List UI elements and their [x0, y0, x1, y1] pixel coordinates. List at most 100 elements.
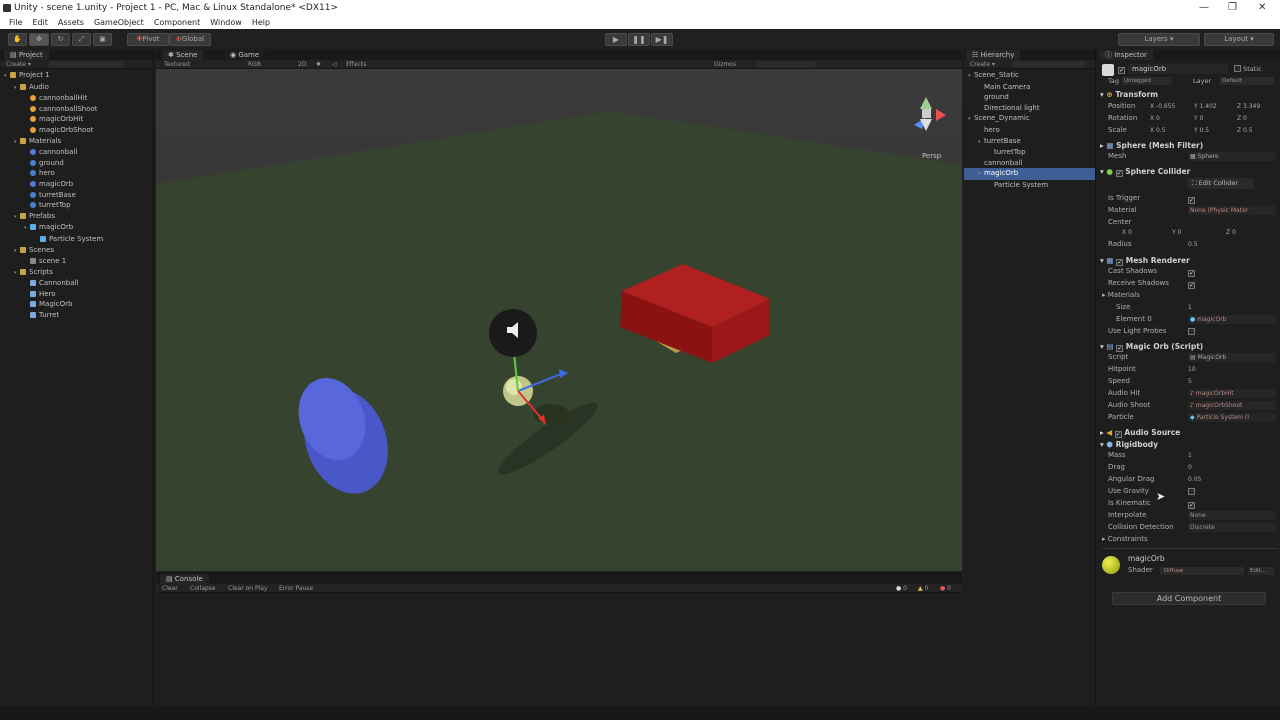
minimize-icon[interactable]: —: [1199, 0, 1209, 16]
transform-header[interactable]: ▾ ⊕ Transform: [1100, 89, 1280, 100]
menu-item-window[interactable]: Window: [205, 16, 247, 29]
is-trigger-checkbox[interactable]: ✓: [1188, 195, 1195, 204]
magic-orb-script-header[interactable]: ▾ ▤ ✓ Magic Orb (Script): [1100, 341, 1280, 352]
hierarchy-item[interactable]: Main Camera: [964, 82, 1095, 93]
mass-field[interactable]: 1: [1188, 451, 1192, 460]
cast-shadows-checkbox[interactable]: ✓: [1188, 268, 1195, 277]
hand-tool-icon[interactable]: ✋: [8, 33, 27, 46]
console-error-count[interactable]: ● 0: [940, 584, 951, 593]
script-field[interactable]: ▤ MagicOrb: [1188, 353, 1276, 362]
rotation-z-field[interactable]: Z 0: [1237, 114, 1247, 123]
project-item[interactable]: cannonballHit: [0, 93, 153, 104]
tab-hierarchy[interactable]: ☷ Hierarchy: [966, 50, 1021, 60]
scene-search-input[interactable]: [756, 61, 816, 68]
collision-detection-dropdown[interactable]: Discrete: [1188, 523, 1276, 532]
edit-collider-button[interactable]: ⛶ Edit Collider: [1188, 178, 1254, 189]
project-item[interactable]: Particle System: [0, 234, 153, 245]
mesh-filter-header[interactable]: ▸ ▦ Sphere (Mesh Filter): [1100, 140, 1280, 151]
console-error-pause-button[interactable]: Error Pause: [279, 584, 313, 593]
shader-edit-button[interactable]: Edit...: [1248, 567, 1274, 575]
position-x-field[interactable]: X -0.655: [1150, 102, 1175, 111]
project-item[interactable]: turretTop: [0, 200, 153, 211]
project-item[interactable]: ▾ Scripts: [0, 267, 153, 279]
pause-button[interactable]: ❚❚: [628, 33, 650, 46]
persp-label[interactable]: Persp: [922, 152, 942, 160]
play-button[interactable]: ▶: [605, 33, 627, 46]
hierarchy-create-button[interactable]: Create ▾: [970, 60, 995, 69]
restore-icon[interactable]: ❐: [1228, 0, 1237, 16]
use-gravity-checkbox[interactable]: [1188, 488, 1195, 496]
scene-viewport[interactable]: Persp: [156, 69, 962, 571]
project-item[interactable]: ▾ Prefabs: [0, 211, 153, 223]
project-item[interactable]: MagicOrb: [0, 299, 153, 310]
project-item[interactable]: ▾ Scenes: [0, 245, 153, 257]
mesh-renderer-header[interactable]: ▾ ▦ ✓ Mesh Renderer: [1100, 255, 1280, 266]
menu-item-assets[interactable]: Assets: [53, 16, 89, 29]
scale-y-field[interactable]: Y 0.5: [1194, 126, 1209, 135]
project-item[interactable]: cannonballShoot: [0, 104, 153, 115]
console-clear-on-play-button[interactable]: Clear on Play: [228, 584, 268, 593]
hierarchy-item[interactable]: hero: [964, 125, 1095, 136]
project-item[interactable]: Turret: [0, 310, 153, 321]
hierarchy-item[interactable]: cannonball: [964, 158, 1095, 169]
menu-item-component[interactable]: Component: [149, 16, 205, 29]
menu-item-help[interactable]: Help: [247, 16, 275, 29]
scale-z-field[interactable]: Z 0.5: [1237, 126, 1253, 135]
mesh-field[interactable]: ▦ Sphere: [1188, 152, 1276, 161]
mode-2d-toggle[interactable]: 2D: [298, 60, 306, 69]
menu-item-gameobject[interactable]: GameObject: [89, 16, 149, 29]
project-item[interactable]: ▾ magicOrb: [0, 222, 153, 234]
receive-shadows-checkbox[interactable]: ✓: [1188, 280, 1195, 289]
rotate-tool-icon[interactable]: ↻: [51, 33, 70, 46]
rect-tool-icon[interactable]: ▣: [93, 33, 112, 46]
hierarchy-item[interactable]: ground: [964, 92, 1095, 103]
hierarchy-item[interactable]: ▾ Scene_Dynamic: [964, 113, 1095, 125]
rotation-y-field[interactable]: Y 0: [1194, 114, 1203, 123]
position-y-field[interactable]: Y 1.402: [1194, 102, 1217, 111]
tab-game[interactable]: ◉ Game: [224, 50, 266, 60]
scale-x-field[interactable]: X 0.5: [1150, 126, 1166, 135]
audio-source-header[interactable]: ▸ ◀ ✓ Audio Source: [1100, 427, 1280, 438]
project-item[interactable]: turretBase: [0, 190, 153, 201]
menu-item-edit[interactable]: Edit: [27, 16, 53, 29]
collider-material-field[interactable]: None (Physic Mater: [1188, 206, 1276, 215]
rigidbody-header[interactable]: ▾ ⬢ Rigidbody: [1100, 439, 1280, 450]
drag-field[interactable]: 0: [1188, 463, 1192, 472]
size-field[interactable]: 1: [1188, 303, 1192, 312]
shader-dropdown[interactable]: Diffuse: [1160, 567, 1244, 575]
hierarchy-item[interactable]: ▾ magicOrb: [964, 168, 1095, 180]
layers-dropdown[interactable]: Layers ▾: [1118, 33, 1200, 46]
hierarchy-item[interactable]: turretTop: [964, 147, 1095, 158]
project-item[interactable]: scene 1: [0, 256, 153, 267]
effects-dropdown[interactable]: Effects: [346, 60, 366, 69]
tab-console[interactable]: ▤ Console: [160, 574, 209, 584]
project-item[interactable]: magicOrbHit: [0, 114, 153, 125]
constraints-foldout[interactable]: ▸ Constraints: [1102, 534, 1148, 545]
move-tool-icon[interactable]: ✥: [29, 33, 49, 46]
tag-dropdown[interactable]: Untagged: [1122, 77, 1172, 85]
interpolate-dropdown[interactable]: None: [1188, 511, 1276, 520]
step-button[interactable]: ▶❚: [651, 33, 673, 46]
project-item[interactable]: hero: [0, 168, 153, 179]
tab-inspector[interactable]: ⓘ Inspector: [1099, 50, 1153, 60]
scale-tool-icon[interactable]: ⤢: [72, 33, 91, 46]
angular-drag-field[interactable]: 0.05: [1188, 475, 1201, 484]
menu-item-file[interactable]: File: [4, 16, 27, 29]
center-y-field[interactable]: Y 0: [1172, 228, 1181, 237]
audio-toggle-icon[interactable]: ◁: [332, 60, 337, 69]
active-checkbox[interactable]: ✓: [1118, 65, 1125, 74]
project-item[interactable]: ▾ Audio: [0, 82, 153, 94]
audio-shoot-field[interactable]: ♪ magicOrbShoot: [1188, 401, 1276, 410]
project-item[interactable]: Cannonball: [0, 278, 153, 289]
rgb-dropdown[interactable]: RGB: [248, 60, 261, 69]
layer-dropdown[interactable]: Default: [1220, 77, 1274, 85]
console-info-count[interactable]: ● 0: [896, 584, 907, 593]
hierarchy-item[interactable]: Particle System: [964, 180, 1095, 191]
console-clear-button[interactable]: Clear: [162, 584, 178, 593]
tab-scene[interactable]: ✱ Scene: [162, 50, 204, 60]
center-x-field[interactable]: X 0: [1122, 228, 1132, 237]
rotation-x-field[interactable]: X 0: [1150, 114, 1160, 123]
project-search-input[interactable]: [48, 61, 123, 68]
close-icon[interactable]: ✕: [1258, 0, 1266, 16]
hierarchy-item[interactable]: ▾ Scene_Static: [964, 70, 1095, 82]
